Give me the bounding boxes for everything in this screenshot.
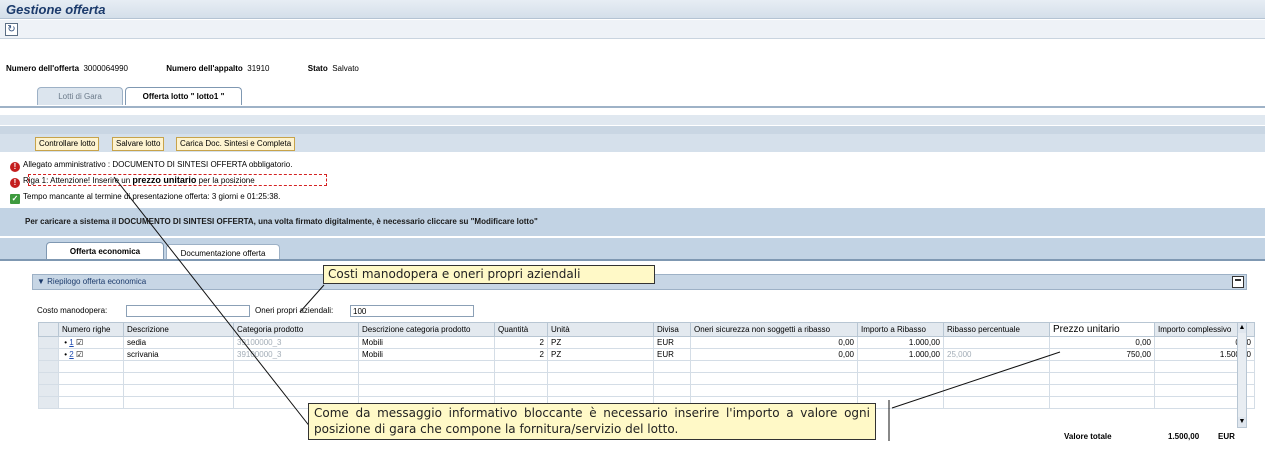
col-header[interactable]: Quantità bbox=[494, 322, 548, 337]
refresh-icon[interactable]: ↻ bbox=[5, 23, 18, 36]
own-costs-label: Oneri propri aziendali: bbox=[255, 306, 334, 315]
check-icon: ✓ bbox=[10, 194, 20, 204]
tender-number-label: Numero dell'appalto bbox=[166, 64, 243, 73]
unit-price-cell[interactable]: 0,00 bbox=[1049, 336, 1155, 349]
table-row-empty bbox=[38, 384, 1255, 397]
col-header[interactable]: Descrizione bbox=[123, 322, 234, 337]
category-desc-cell: Mobili bbox=[358, 348, 495, 361]
labor-cost-label: Costo manodopera: bbox=[37, 306, 108, 315]
total-currency: EUR bbox=[1218, 432, 1235, 441]
error-icon: ! bbox=[10, 162, 20, 172]
amount-cell: 1.000,00 bbox=[857, 348, 944, 361]
category-cell: 39100000_3 bbox=[233, 336, 359, 349]
row-number-link[interactable]: 1 bbox=[69, 338, 73, 347]
tab-offerta-economica[interactable]: Offerta economica bbox=[46, 242, 164, 260]
safety-cost-cell: 0,00 bbox=[690, 336, 858, 349]
message-error-1: ! Allegato amministrativo : DOCUMENTO DI … bbox=[10, 159, 292, 172]
window-title: Gestione offerta bbox=[6, 2, 106, 17]
col-header[interactable]: Importo a Ribasso bbox=[857, 322, 944, 337]
col-header[interactable]: Unità bbox=[547, 322, 654, 337]
currency-cell: EUR bbox=[653, 336, 691, 349]
unit-price-cell[interactable]: 750,00 bbox=[1049, 348, 1155, 361]
callout-costs: Costi manodopera e oneri propri aziendal… bbox=[323, 265, 655, 284]
status-value: Salvato bbox=[332, 64, 359, 73]
scroll-down-icon[interactable]: ▼ bbox=[1238, 417, 1246, 427]
details-icon[interactable]: ☑ bbox=[76, 350, 83, 359]
table-header-row: Numero righe Descrizione Categoria prodo… bbox=[38, 322, 1255, 337]
tab-offerta-lotto[interactable]: Offerta lotto " lotto1 " bbox=[125, 87, 242, 105]
description-cell: sedia bbox=[123, 336, 234, 349]
col-header[interactable]: Ribasso percentuale bbox=[943, 322, 1050, 337]
info-text: Per caricare a sistema il DOCUMENTO DI S… bbox=[25, 217, 538, 226]
quantity-cell: 2 bbox=[494, 348, 548, 361]
row-selector-header bbox=[38, 322, 59, 337]
row-selector[interactable] bbox=[38, 348, 59, 361]
tab-documentazione-offerta[interactable]: Documentazione offerta bbox=[166, 244, 280, 260]
description-cell: scrivania bbox=[123, 348, 234, 361]
col-header[interactable]: Numero righe bbox=[58, 322, 124, 337]
quantity-cell: 2 bbox=[494, 336, 548, 349]
col-header[interactable]: Oneri sicurezza non soggetti a ribasso bbox=[690, 322, 858, 337]
table-row-empty bbox=[38, 360, 1255, 373]
amount-cell: 1.000,00 bbox=[857, 336, 944, 349]
top-tabstrip: Lotti di Gara Offerta lotto " lotto1 " bbox=[0, 87, 1265, 107]
details-icon[interactable]: ☑ bbox=[76, 338, 83, 347]
discount-cell[interactable] bbox=[943, 336, 1050, 349]
currency-cell: EUR bbox=[653, 348, 691, 361]
labor-cost-input[interactable] bbox=[126, 305, 250, 317]
window-titlebar: Gestione offerta bbox=[0, 0, 1265, 19]
row-number-cell[interactable]: • 2 ☑ bbox=[58, 348, 124, 361]
discount-cell[interactable]: 25,000 bbox=[943, 348, 1050, 361]
total-value-label: Valore totale bbox=[1064, 432, 1112, 441]
unit-cell: PZ bbox=[547, 336, 654, 349]
col-header-unit-price[interactable]: Prezzo unitario bbox=[1049, 322, 1155, 337]
section-band-dark bbox=[0, 126, 1265, 134]
toolbar: ↻ bbox=[0, 20, 1265, 39]
info-bar: Per caricare a sistema il DOCUMENTO DI S… bbox=[0, 208, 1265, 236]
row-number-cell[interactable]: • 1 ☑ bbox=[58, 336, 124, 349]
col-header[interactable]: Categoria prodotto bbox=[233, 322, 359, 337]
upload-summary-button[interactable]: Carica Doc. Sintesi e Completa bbox=[176, 137, 296, 151]
save-lot-button[interactable]: Salvare lotto bbox=[112, 137, 165, 151]
table-row[interactable]: • 2 ☑ scrivania 39100000_3 Mobili 2 PZ E… bbox=[38, 348, 1255, 361]
highlight-box bbox=[28, 174, 327, 186]
safety-cost-cell: 0,00 bbox=[690, 348, 858, 361]
offer-number-label: Numero dell'offerta bbox=[6, 64, 80, 73]
offer-header: Numero dell'offerta 3000064990 Numero de… bbox=[6, 64, 395, 73]
tab-divider bbox=[0, 106, 1265, 108]
table-row-empty bbox=[38, 372, 1255, 385]
panel-title[interactable]: ▼ Riepilogo offerta economica bbox=[37, 277, 146, 286]
unit-cell: PZ bbox=[547, 348, 654, 361]
table-row[interactable]: • 1 ☑ sedia 39100000_3 Mobili 2 PZ EUR 0… bbox=[38, 336, 1255, 349]
tender-number-value: 31910 bbox=[247, 64, 270, 73]
inner-tabstrip: Offerta economica Documentazione offerta bbox=[0, 238, 1265, 260]
own-costs-input[interactable] bbox=[350, 305, 474, 317]
row-selector[interactable] bbox=[38, 336, 59, 349]
tab-lotti-di-gara[interactable]: Lotti di Gara bbox=[37, 87, 123, 105]
inner-tab-divider bbox=[0, 259, 1265, 261]
check-lot-button[interactable]: Controllare lotto bbox=[35, 137, 100, 151]
error-icon: ! bbox=[10, 178, 20, 188]
col-header[interactable]: Divisa bbox=[653, 322, 691, 337]
offer-number-value: 3000064990 bbox=[83, 64, 128, 73]
minimize-icon[interactable] bbox=[1232, 276, 1244, 288]
message-success: ✓ Tempo mancante al termine di presentazi… bbox=[10, 192, 281, 204]
offer-table: Numero righe Descrizione Categoria prodo… bbox=[38, 322, 1255, 409]
row-number-link[interactable]: 2 bbox=[69, 350, 73, 359]
scroll-up-icon[interactable]: ▲ bbox=[1238, 323, 1246, 333]
category-cell: 39100000_3 bbox=[233, 348, 359, 361]
category-desc-cell: Mobili bbox=[358, 336, 495, 349]
section-band bbox=[0, 115, 1265, 125]
table-scrollbar[interactable]: ▲ ▼ bbox=[1237, 322, 1247, 428]
status-label: Stato bbox=[307, 64, 328, 73]
callout-note: Come da messaggio informativo bloccante … bbox=[308, 403, 876, 440]
col-header[interactable]: Descrizione categoria prodotto bbox=[358, 322, 495, 337]
total-value: 1.500,00 bbox=[1168, 432, 1200, 441]
